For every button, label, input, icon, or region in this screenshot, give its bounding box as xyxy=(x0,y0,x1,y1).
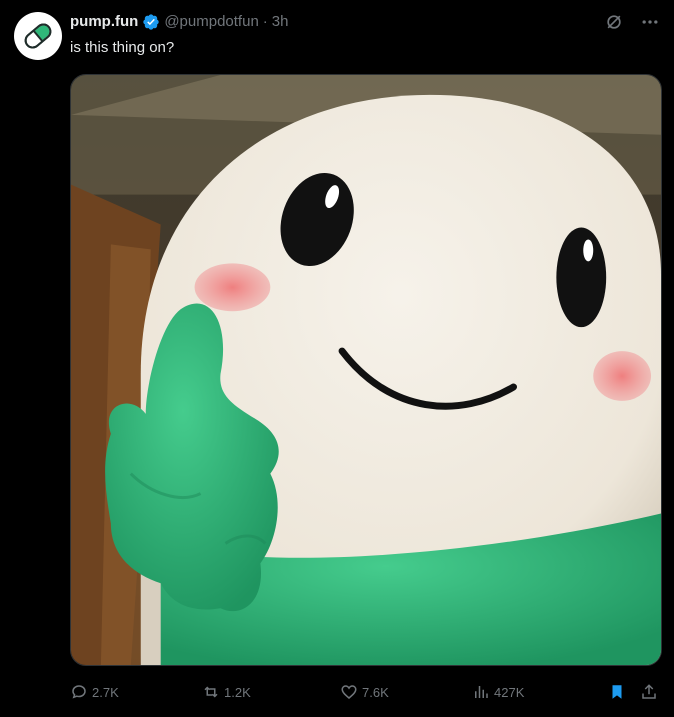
grok-button[interactable] xyxy=(602,10,626,34)
repost-button[interactable]: 1.2K xyxy=(202,683,251,701)
like-count: 7.6K xyxy=(362,684,389,700)
reply-button[interactable]: 2.7K xyxy=(70,683,119,701)
post-time[interactable]: 3h xyxy=(272,12,289,32)
share-icon xyxy=(642,684,656,699)
heart-icon xyxy=(341,685,357,699)
top-actions xyxy=(602,10,662,34)
mascot-image xyxy=(71,75,661,665)
reply-icon xyxy=(72,685,86,699)
more-button[interactable] xyxy=(638,10,662,34)
share-button[interactable] xyxy=(640,683,658,701)
more-icon xyxy=(642,20,658,24)
like-button[interactable]: 7.6K xyxy=(340,683,389,701)
views-icon xyxy=(475,686,488,698)
author-handle[interactable]: @pumpdotfun xyxy=(164,12,258,32)
views-count: 427K xyxy=(494,684,525,700)
pill-icon xyxy=(24,23,52,49)
author-name[interactable]: pump.fun xyxy=(70,12,138,32)
bookmark-button[interactable] xyxy=(608,683,626,701)
engagement-bar: 2.7K 1.2K 7.6K 427K xyxy=(70,676,662,708)
avatar[interactable] xyxy=(14,12,62,60)
reply-count: 2.7K xyxy=(92,684,119,700)
repost-icon xyxy=(204,686,218,698)
separator-dot: · xyxy=(262,13,268,30)
repost-count: 1.2K xyxy=(224,684,251,700)
tweet[interactable]: pump.fun @pumpdotfun · 3h is this thing … xyxy=(0,0,674,717)
tweet-header: pump.fun @pumpdotfun · 3h xyxy=(70,12,288,32)
tweet-text: is this thing on? xyxy=(70,39,175,56)
verified-badge-icon xyxy=(143,14,160,30)
bookmark-icon xyxy=(612,685,622,699)
views-button[interactable]: 427K xyxy=(472,683,524,701)
tweet-media[interactable] xyxy=(70,74,662,666)
grok-icon xyxy=(607,15,621,29)
